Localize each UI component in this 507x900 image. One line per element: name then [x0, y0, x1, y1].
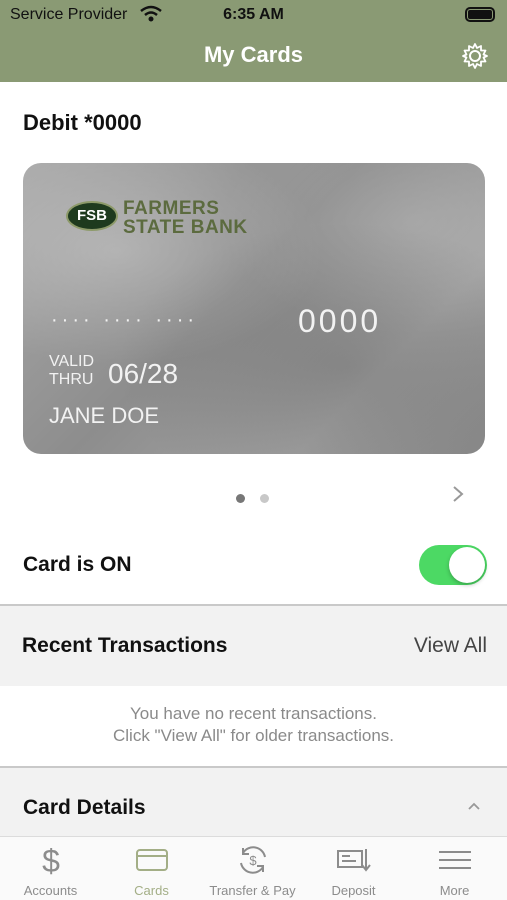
card-last4: 0000: [298, 303, 382, 339]
gear-icon[interactable]: [461, 42, 489, 70]
battery-icon: [465, 7, 495, 22]
card-icon: [136, 849, 168, 871]
card-expiry: 06/28: [108, 358, 179, 389]
chevron-up-icon[interactable]: [467, 801, 481, 811]
masked-card-number: ···· ···· ····: [51, 309, 199, 331]
cardholder-name: JANE DOE: [49, 403, 160, 428]
debit-card-image[interactable]: FSB FARMERS STATE BANK ···· ···· ···· 00…: [23, 163, 485, 454]
card-details-title: Card Details: [23, 796, 146, 819]
menu-icon: [439, 851, 471, 869]
view-all-link[interactable]: View All: [414, 634, 487, 658]
tab-transfer-pay[interactable]: $ Transfer & Pay: [202, 837, 303, 900]
bank-logo: FSB: [66, 201, 118, 231]
tab-label: Transfer & Pay: [209, 883, 296, 898]
card-details-header[interactable]: Card Details: [0, 768, 507, 836]
recent-transactions-title: Recent Transactions: [22, 634, 228, 657]
page-indicator[interactable]: [236, 490, 284, 508]
thru-label: THRU: [49, 371, 94, 388]
empty-message-line2: Click "View All" for older transactions.: [112, 726, 395, 745]
tab-label: Accounts: [23, 883, 78, 898]
status-bar: Service Provider 6:35 AM: [0, 0, 507, 30]
tab-deposit[interactable]: Deposit: [303, 837, 404, 900]
page-title: My Cards: [203, 42, 304, 67]
tab-bar: $ Accounts Cards $ Transfer & Pay Deposi…: [0, 836, 507, 900]
clock: 6:35 AM: [223, 6, 284, 23]
recent-transactions-header: Recent Transactions View All: [0, 606, 507, 686]
valid-thru-label: VALID THRU: [49, 353, 94, 389]
nav-bar: My Cards: [0, 30, 507, 82]
page-dot-1[interactable]: [236, 494, 245, 503]
deposit-icon: [337, 849, 371, 872]
card-on-toggle[interactable]: [419, 545, 487, 585]
empty-transactions-message: You have no recent transactions. Click "…: [0, 686, 507, 766]
valid-label: VALID: [49, 353, 95, 370]
tab-label: Cards: [134, 883, 169, 898]
bank-name-line2: STATE BANK: [123, 217, 248, 238]
card-title: Debit *0000: [23, 110, 142, 135]
empty-message-line1: You have no recent transactions.: [130, 704, 377, 723]
transfer-icon: $: [240, 846, 266, 874]
chevron-right-icon[interactable]: [451, 484, 465, 504]
card-status-label: Card is ON: [23, 553, 132, 576]
tab-more[interactable]: More: [404, 837, 505, 900]
svg-text:$: $: [249, 853, 257, 868]
tab-cards[interactable]: Cards: [101, 837, 202, 900]
card-status-row: Card is ON: [0, 530, 507, 604]
tab-label: More: [439, 883, 470, 898]
bank-name: FARMERS STATE BANK: [123, 199, 248, 237]
dollar-icon: $: [42, 843, 60, 877]
page-dot-2[interactable]: [260, 494, 269, 503]
tab-label: Deposit: [331, 883, 376, 898]
bank-name-line1: FARMERS: [123, 198, 220, 219]
tab-accounts[interactable]: $ Accounts: [0, 837, 101, 900]
svg-text:$: $: [42, 843, 60, 877]
